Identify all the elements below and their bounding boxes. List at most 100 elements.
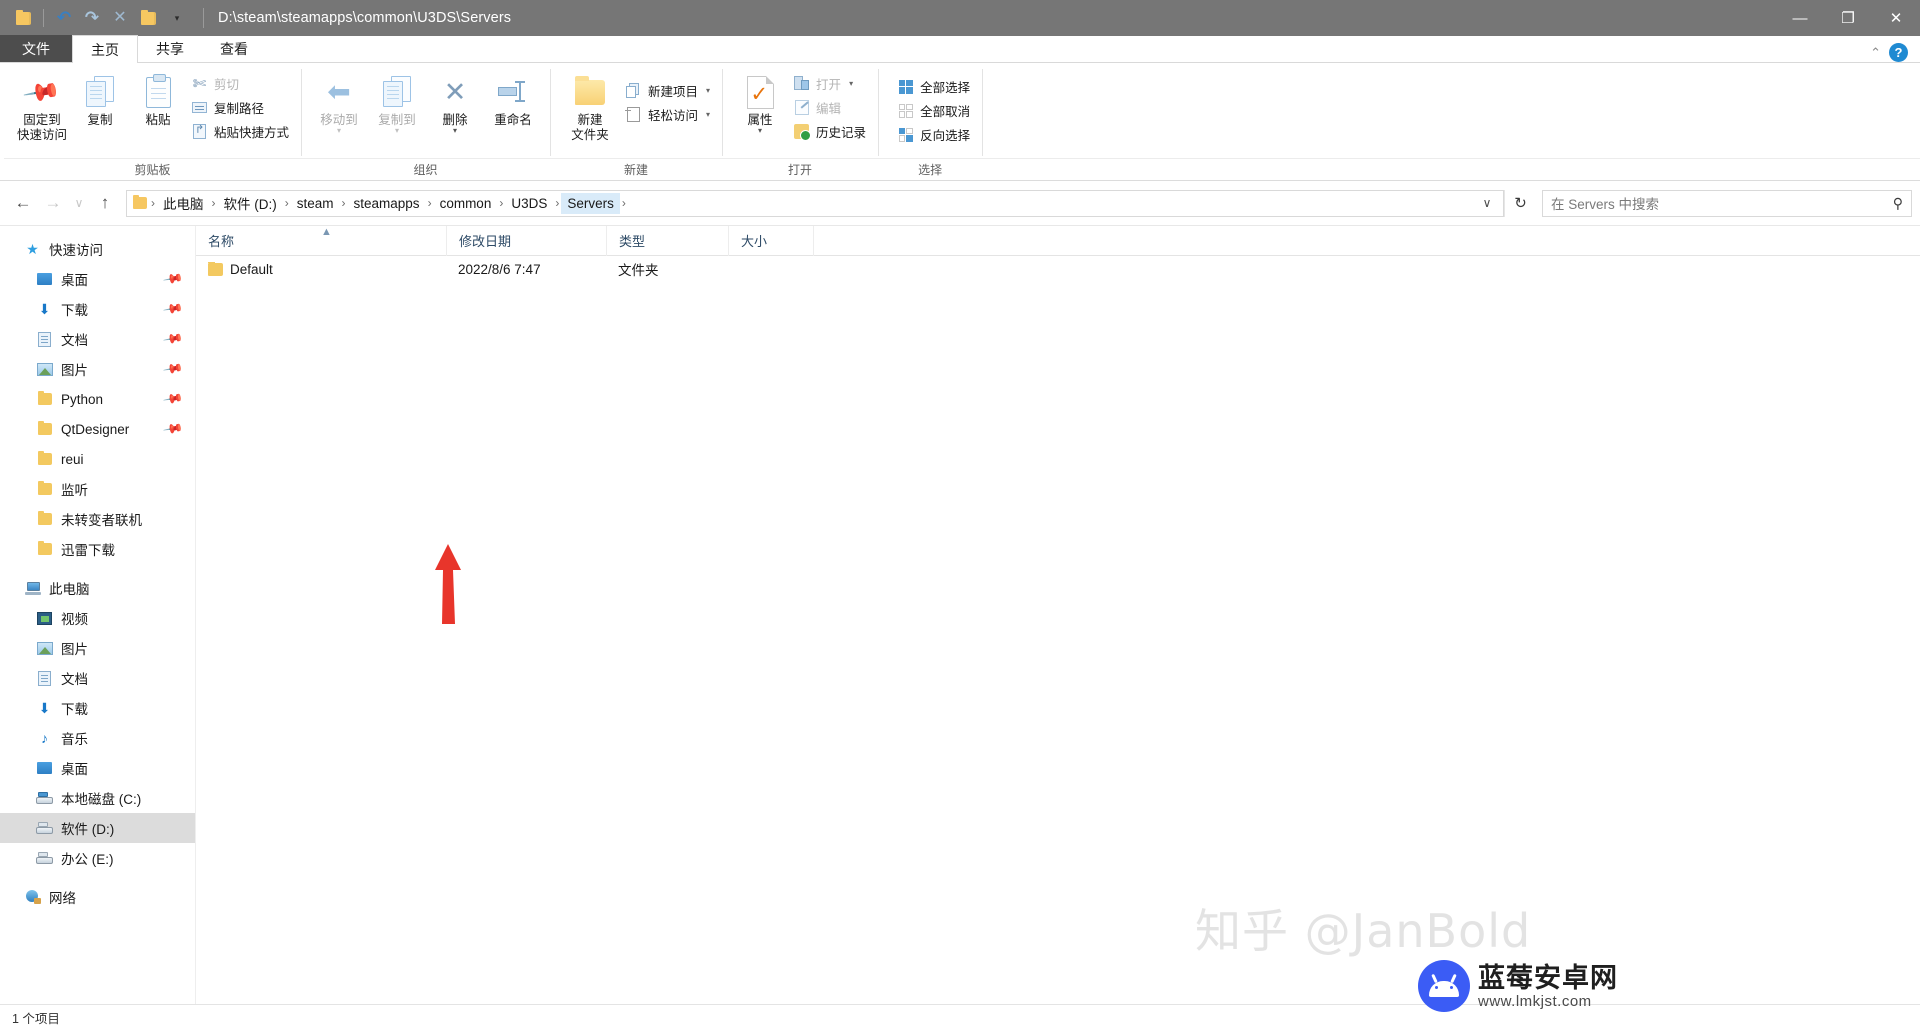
- qat-folder-icon[interactable]: [10, 5, 36, 31]
- breadcrumb-separator[interactable]: ›: [620, 196, 628, 210]
- sidebar-item-drive-e[interactable]: 办公 (E:): [0, 843, 195, 873]
- column-header-spacer[interactable]: [813, 225, 1920, 256]
- table-row[interactable]: Default 2022/8/6 7:47 文件夹: [196, 256, 1920, 282]
- properties-icon[interactable]: [135, 5, 161, 31]
- sidebar-item-documents-pc[interactable]: 文档: [0, 663, 195, 693]
- pin-icon[interactable]: 📌: [162, 388, 184, 410]
- breadcrumb-separator[interactable]: ›: [426, 196, 434, 210]
- breadcrumb-separator[interactable]: ›: [553, 196, 561, 210]
- sidebar-item-unturned-lan[interactable]: 未转变者联机: [0, 504, 195, 534]
- search-input[interactable]: 在 Servers 中搜索 ⚲: [1542, 189, 1912, 217]
- delete-button[interactable]: ✕ 删除 ▾: [426, 68, 484, 135]
- sidebar-item-network[interactable]: 网络: [0, 882, 195, 912]
- rename-button[interactable]: 重命名: [484, 68, 542, 127]
- select-all-button[interactable]: 全部选择: [893, 76, 974, 97]
- redo-icon[interactable]: ↷: [79, 5, 105, 31]
- new-item-button[interactable]: 新建项目 ▾: [621, 80, 714, 101]
- pin-icon[interactable]: 📌: [162, 328, 184, 350]
- breadcrumb-this-pc[interactable]: 此电脑: [157, 190, 210, 216]
- paste-button[interactable]: 粘贴: [129, 68, 187, 127]
- delete-caret-icon[interactable]: ▾: [453, 127, 457, 135]
- sidebar-item-desktop-pc[interactable]: 桌面: [0, 753, 195, 783]
- tab-home[interactable]: 主页: [72, 35, 138, 63]
- new-folder-button[interactable]: 新建 文件夹: [559, 68, 621, 142]
- sidebar-item-pictures[interactable]: 图片 📌: [0, 354, 195, 384]
- sidebar-item-desktop[interactable]: 桌面 📌: [0, 264, 195, 294]
- breadcrumb[interactable]: › 此电脑 › 软件 (D:) › steam › steamapps › co…: [126, 189, 1504, 217]
- sidebar-item-videos[interactable]: 视频: [0, 603, 195, 633]
- pin-to-quick-access-button[interactable]: 📌 固定到 快速访问: [13, 68, 71, 142]
- customize-chevron-icon[interactable]: ▾: [163, 5, 189, 31]
- forward-button[interactable]: →: [38, 188, 68, 218]
- breadcrumb-separator[interactable]: ›: [497, 196, 505, 210]
- column-header-modified[interactable]: 修改日期: [446, 225, 606, 256]
- breadcrumb-separator[interactable]: ›: [283, 196, 291, 210]
- sidebar-item-xunlei-download[interactable]: 迅雷下载: [0, 534, 195, 564]
- file-rows[interactable]: Default 2022/8/6 7:47 文件夹: [196, 256, 1920, 1004]
- undo-icon[interactable]: ↶: [51, 5, 77, 31]
- pin-icon[interactable]: 📌: [162, 298, 184, 320]
- sidebar-item-python[interactable]: Python 📌: [0, 384, 195, 414]
- back-button[interactable]: ←: [8, 188, 38, 218]
- easy-access-button[interactable]: 轻松访问 ▾: [621, 104, 714, 125]
- sidebar-item-downloads[interactable]: ⬇ 下载 📌: [0, 294, 195, 324]
- sidebar-item-reui[interactable]: reui: [0, 444, 195, 474]
- sidebar-item-music[interactable]: ♪ 音乐: [0, 723, 195, 753]
- new-item-caret-icon[interactable]: ▾: [706, 86, 710, 95]
- sidebar-item-jianting[interactable]: 监听: [0, 474, 195, 504]
- pin-icon[interactable]: 📌: [162, 358, 184, 380]
- refresh-button[interactable]: ↻: [1504, 189, 1536, 217]
- sidebar-item-local-disk-c[interactable]: 本地磁盘 (C:): [0, 783, 195, 813]
- tab-view[interactable]: 查看: [202, 35, 266, 62]
- breadcrumb-common[interactable]: common: [434, 193, 498, 214]
- sidebar-item-pictures-pc[interactable]: 图片: [0, 633, 195, 663]
- address-dropdown-icon[interactable]: ∨: [1473, 196, 1501, 210]
- move-to-caret-icon[interactable]: ▾: [337, 127, 341, 135]
- select-none-button[interactable]: 全部取消: [893, 100, 974, 121]
- column-header-size[interactable]: 大小: [728, 225, 813, 256]
- column-header-type[interactable]: 类型: [606, 225, 728, 256]
- pin-icon[interactable]: 📌: [162, 418, 184, 440]
- move-to-button[interactable]: ⬅ 移动到 ▾: [310, 68, 368, 135]
- column-header-name[interactable]: 名称 ▲: [196, 226, 446, 256]
- breadcrumb-separator[interactable]: ›: [210, 196, 218, 210]
- copy-to-button[interactable]: 复制到 ▾: [368, 68, 426, 135]
- maximize-button[interactable]: ❐: [1824, 0, 1872, 36]
- copy-path-button[interactable]: 复制路径: [187, 97, 293, 118]
- search-icon[interactable]: ⚲: [1893, 195, 1903, 212]
- sidebar-item-quick-access[interactable]: ★ 快速访问: [0, 234, 195, 264]
- sidebar-item-drive-d[interactable]: 软件 (D:): [0, 813, 195, 843]
- navigation-pane[interactable]: ★ 快速访问 桌面 📌 ⬇ 下载 📌 文档 📌 图片 📌 Python 📌 Qt…: [0, 226, 196, 1004]
- sidebar-item-documents[interactable]: 文档 📌: [0, 324, 195, 354]
- properties-button[interactable]: ✓ 属性 ▾: [731, 68, 789, 135]
- minimize-button[interactable]: —: [1776, 0, 1824, 36]
- easy-access-caret-icon[interactable]: ▾: [706, 110, 710, 119]
- close-button[interactable]: ✕: [1872, 0, 1920, 36]
- sidebar-item-qtdesigner[interactable]: QtDesigner 📌: [0, 414, 195, 444]
- recent-locations-button[interactable]: ∨: [68, 188, 90, 218]
- sidebar-item-downloads-pc[interactable]: ⬇ 下载: [0, 693, 195, 723]
- edit-button[interactable]: 编辑: [789, 97, 870, 118]
- invert-selection-button[interactable]: 反向选择: [893, 124, 974, 145]
- paste-shortcut-button[interactable]: 粘贴快捷方式: [187, 121, 293, 142]
- cut-button[interactable]: ✄ 剪切: [187, 73, 293, 94]
- breadcrumb-separator[interactable]: ›: [340, 196, 348, 210]
- breadcrumb-drive-d[interactable]: 软件 (D:): [218, 190, 283, 216]
- delete-icon[interactable]: ✕: [107, 5, 133, 31]
- open-button[interactable]: 打开 ▾: [789, 73, 870, 94]
- sidebar-item-this-pc[interactable]: 此电脑: [0, 573, 195, 603]
- collapse-ribbon-icon[interactable]: ⌃: [1870, 45, 1881, 61]
- copy-button[interactable]: 复制: [71, 68, 129, 127]
- breadcrumb-steamapps[interactable]: steamapps: [348, 193, 426, 214]
- tab-share[interactable]: 共享: [138, 35, 202, 62]
- breadcrumb-steam[interactable]: steam: [291, 193, 340, 214]
- open-caret-icon[interactable]: ▾: [849, 79, 853, 88]
- breadcrumb-servers[interactable]: Servers: [561, 192, 620, 214]
- history-button[interactable]: 历史记录: [789, 121, 870, 142]
- breadcrumb-u3ds[interactable]: U3DS: [505, 193, 553, 214]
- pin-icon[interactable]: 📌: [162, 268, 184, 290]
- tab-file[interactable]: 文件: [0, 35, 72, 62]
- copy-to-caret-icon[interactable]: ▾: [395, 127, 399, 135]
- properties-caret-icon[interactable]: ▾: [758, 127, 762, 135]
- help-icon[interactable]: ?: [1889, 43, 1908, 62]
